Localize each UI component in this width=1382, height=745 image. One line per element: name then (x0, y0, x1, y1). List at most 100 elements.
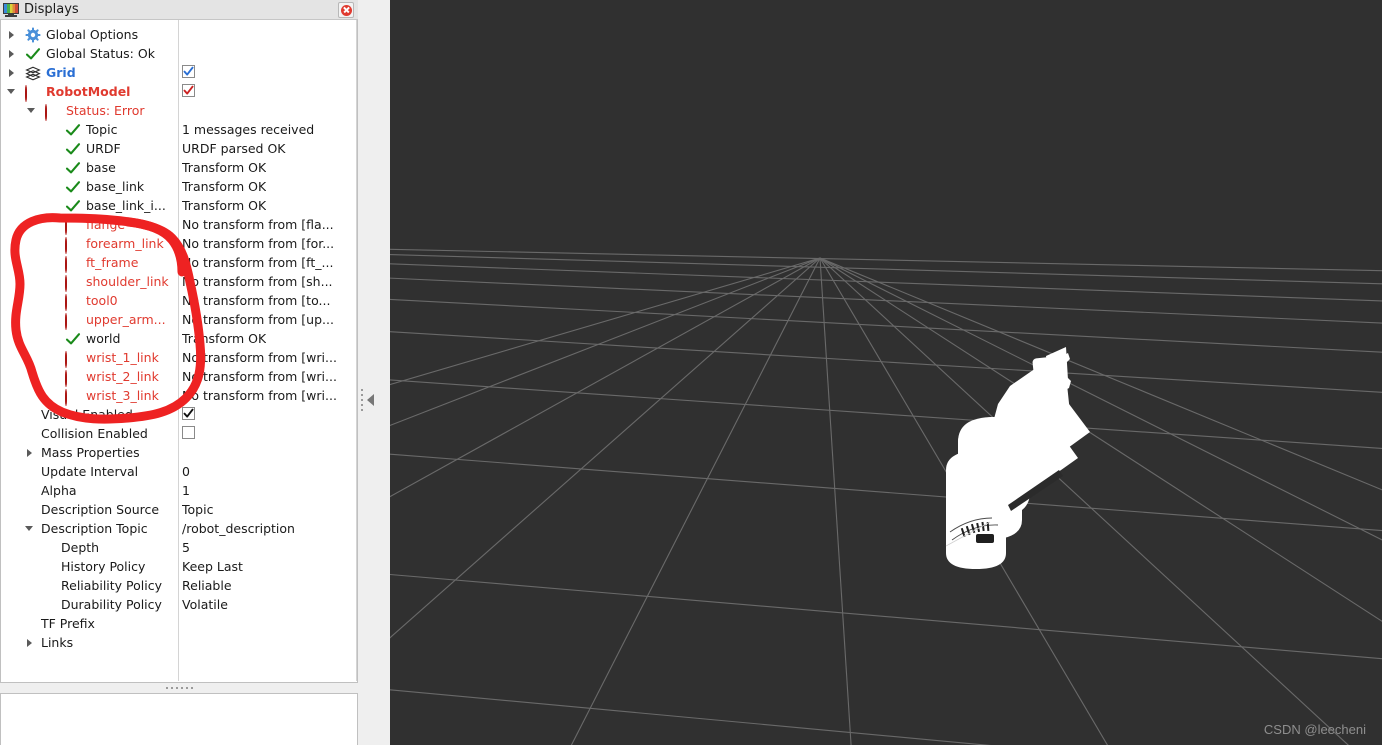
tree-item-text: base_link (86, 179, 145, 194)
tree-row-label: forearm_link (65, 234, 164, 254)
tree-item-text: Visual Enabled (41, 407, 133, 422)
tree-row[interactable]: History Policy Keep Last (1, 557, 357, 576)
displays-dock: Displays Global Options Global Status: Ok… (0, 0, 358, 745)
tree-row-value: URDF parsed OK (182, 141, 286, 156)
tree-row-label: base_link_i... (65, 196, 166, 215)
error-icon (65, 255, 81, 273)
tree-row-label: wrist_2_link (65, 367, 159, 387)
tree-row-value: /robot_description (182, 521, 295, 536)
tree-row[interactable]: Visual Enabled (1, 405, 357, 424)
tree-row[interactable]: Alpha 1 (1, 481, 357, 500)
splitter-handle[interactable] (361, 380, 387, 420)
tree-row-value: Transform OK (182, 331, 267, 346)
tree-row-label: upper_arm... (65, 310, 166, 330)
tree-row[interactable]: Depth 5 (1, 538, 357, 557)
tree-row-label: Status: Error (45, 101, 145, 121)
tree-item-text: wrist_3_link (86, 388, 159, 403)
tree-row-label: Description Source (41, 500, 159, 519)
tree-row-label: Durability Policy (61, 595, 162, 614)
error-icon (65, 217, 81, 235)
tree-row-label: Description Topic (41, 519, 148, 538)
check-icon (65, 179, 81, 195)
tree-row[interactable]: Global Status: Ok (1, 44, 357, 63)
tree-item-text: upper_arm... (86, 312, 166, 327)
displays-tree[interactable]: Global Options Global Status: Ok Grid Robot… (0, 20, 358, 683)
tree-item-text: Depth (61, 540, 100, 555)
tree-row-label: Depth (61, 538, 99, 557)
grip-dots-icon (165, 687, 193, 689)
tree-row[interactable]: wrist_2_link No transform from [wri... (1, 367, 357, 387)
chevron-right-icon[interactable] (23, 443, 35, 462)
tree-row[interactable]: wrist_1_link No transform from [wri... (1, 348, 357, 368)
visibility-checkbox[interactable] (182, 426, 195, 439)
tree-item-text: Global Status: Ok (46, 46, 155, 61)
check-icon (65, 141, 81, 157)
tree-item-text: Grid (46, 65, 76, 80)
tree-row[interactable]: Mass Properties (1, 443, 357, 462)
tree-item-text: Description Source (41, 502, 160, 517)
panel-title: Displays (24, 1, 79, 17)
tree-row-label: Visual Enabled (41, 405, 133, 424)
tree-item-text: shoulder_link (86, 274, 169, 289)
tree-row[interactable]: Status: Error (1, 101, 357, 121)
tree-row[interactable]: Global Options (1, 25, 357, 44)
visibility-checkbox[interactable] (182, 84, 195, 97)
chevron-right-icon[interactable] (5, 63, 17, 82)
error-icon (65, 236, 81, 254)
tree-row[interactable]: forearm_link No transform from [for... (1, 234, 357, 254)
tree-row-value: No transform from [wri... (182, 388, 337, 403)
tree-row[interactable]: ft_frame No transform from [ft_... (1, 253, 357, 273)
monitor-icon (3, 2, 19, 17)
tree-row[interactable]: base_link Transform OK (1, 177, 357, 196)
tree-row[interactable]: base_link_i... Transform OK (1, 196, 357, 215)
tree-row[interactable]: world Transform OK (1, 329, 357, 348)
tree-row[interactable]: flange No transform from [fla... (1, 215, 357, 235)
tree-item-text: wrist_1_link (86, 350, 159, 365)
tree-item-text: Durability Policy (61, 597, 162, 612)
tree-row[interactable]: wrist_3_link No transform from [wri... (1, 386, 357, 406)
tree-row-value: Transform OK (182, 198, 267, 213)
tree-row-label: Mass Properties (41, 443, 140, 462)
tree-item-text: forearm_link (86, 236, 164, 251)
tree-row-label: Global Status: Ok (25, 44, 155, 63)
tree-row-label: wrist_3_link (65, 386, 159, 406)
chevron-left-icon[interactable] (367, 394, 374, 406)
chevron-down-icon[interactable] (23, 519, 35, 538)
visibility-checkbox[interactable] (182, 65, 195, 78)
tree-row[interactable]: Grid (1, 63, 357, 82)
tree-item-text: Reliability Policy (61, 578, 163, 593)
tree-row-label: Alpha (41, 481, 77, 500)
chevron-down-icon[interactable] (5, 82, 17, 101)
tree-row[interactable]: URDF URDF parsed OK (1, 139, 357, 158)
tree-row[interactable]: Reliability Policy Reliable (1, 576, 357, 595)
tree-row[interactable]: TF Prefix (1, 614, 357, 633)
tree-row-label: flange (65, 215, 125, 235)
chevron-right-icon[interactable] (5, 44, 17, 63)
chevron-right-icon[interactable] (5, 25, 17, 44)
visibility-checkbox[interactable] (182, 407, 195, 420)
tree-row-value: Transform OK (182, 160, 267, 175)
close-icon[interactable] (338, 2, 354, 18)
tree-row[interactable]: Durability Policy Volatile (1, 595, 357, 614)
chevron-down-icon[interactable] (25, 101, 37, 120)
tree-row[interactable]: Topic 1 messages received (1, 120, 357, 139)
tree-row[interactable]: RobotModel (1, 82, 357, 102)
vertical-splitter[interactable] (358, 0, 390, 745)
tree-row[interactable]: Description Topic/robot_description (1, 519, 357, 538)
tree-row-value: No transform from [sh... (182, 274, 333, 289)
tree-row[interactable]: upper_arm... No transform from [up... (1, 310, 357, 330)
chevron-right-icon[interactable] (23, 633, 35, 652)
tree-row[interactable]: Collision Enabled (1, 424, 357, 443)
tree-row[interactable]: base Transform OK (1, 158, 357, 177)
tree-row[interactable]: tool0 No transform from [to... (1, 291, 357, 311)
tree-row[interactable]: shoulder_link No transform from [sh... (1, 272, 357, 292)
tree-row[interactable]: Description Source Topic (1, 500, 357, 519)
horizontal-splitter[interactable] (0, 683, 358, 693)
tree-item-text: Status: Error (66, 103, 145, 118)
tree-row[interactable]: Update Interval 0 (1, 462, 357, 481)
tree-row-value: Volatile (182, 597, 228, 612)
tree-row[interactable]: Links (1, 633, 357, 652)
tree-row-label: wrist_1_link (65, 348, 159, 368)
3d-render-view[interactable]: CSDN @leecheni (390, 0, 1382, 745)
tree-row-value: No transform from [to... (182, 293, 331, 308)
